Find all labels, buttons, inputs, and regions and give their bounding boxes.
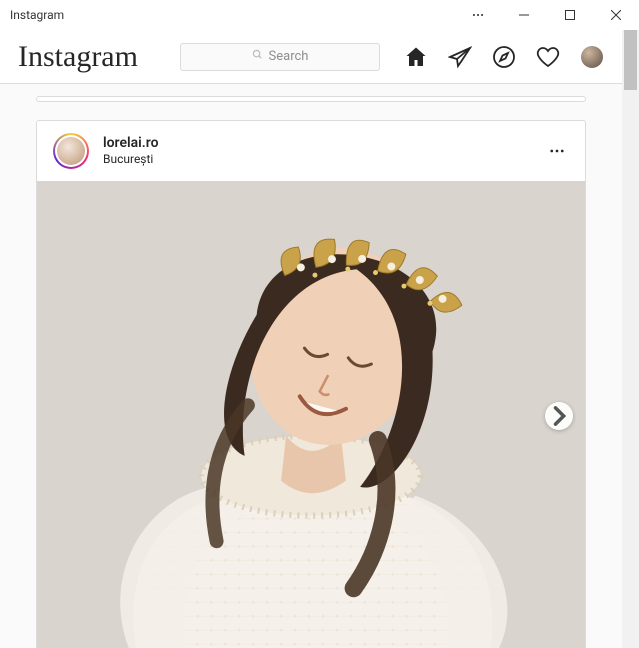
post-more-button[interactable]	[545, 139, 569, 163]
window-controls	[501, 0, 639, 30]
search-input[interactable]: Search	[180, 43, 380, 71]
search-icon	[252, 49, 263, 64]
app-navbar: Instagram Search	[0, 30, 622, 84]
minimize-button[interactable]	[501, 0, 547, 30]
app-menu-button[interactable]	[455, 0, 501, 30]
explore-icon[interactable]	[492, 45, 516, 69]
post-username[interactable]: lorelai.ro	[103, 135, 531, 152]
activity-icon[interactable]	[536, 45, 560, 69]
carousel-next-button[interactable]	[545, 402, 573, 430]
feed: lorelai.ro București	[0, 84, 622, 648]
post-card: lorelai.ro București	[36, 120, 586, 648]
post-avatar[interactable]	[53, 133, 89, 169]
post-location[interactable]: București	[103, 152, 531, 166]
messages-icon[interactable]	[448, 45, 472, 69]
scrollbar-thumb[interactable]	[624, 30, 637, 90]
brand-logo[interactable]: Instagram	[18, 40, 138, 74]
maximize-button[interactable]	[547, 0, 593, 30]
close-button[interactable]	[593, 0, 639, 30]
home-icon[interactable]	[404, 45, 428, 69]
window-title: Instagram	[10, 8, 455, 22]
nav-icons	[404, 45, 604, 69]
window-titlebar: Instagram	[0, 0, 639, 30]
post-image[interactable]	[37, 181, 585, 648]
search-placeholder: Search	[269, 49, 309, 64]
avatar-icon	[581, 46, 603, 68]
post-header: lorelai.ro București	[37, 121, 585, 181]
profile-avatar[interactable]	[580, 45, 604, 69]
vertical-scrollbar[interactable]	[622, 30, 639, 648]
stories-bar-edge	[36, 96, 586, 102]
